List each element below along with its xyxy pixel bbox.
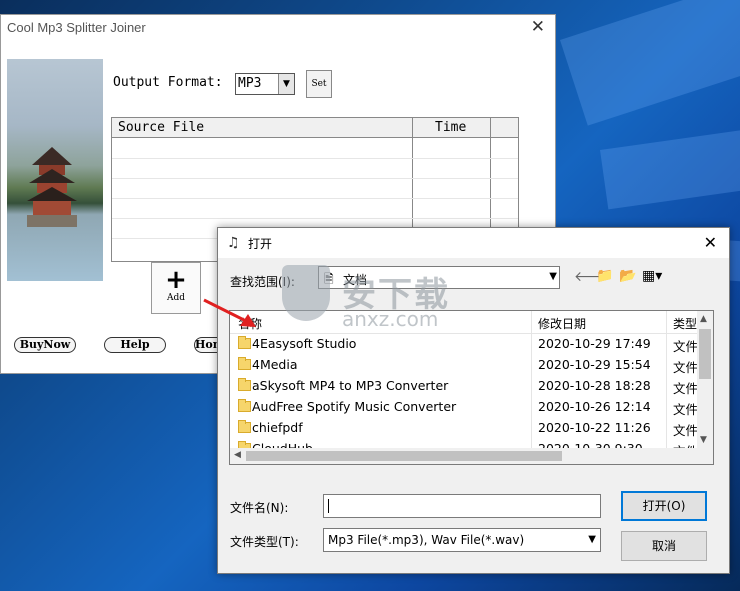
scroll-down-icon[interactable]: ▼: [700, 435, 707, 445]
file-list[interactable]: 名称 修改日期 类型 4Easysoft Studio 2020-10-29 1…: [229, 310, 714, 465]
app-close-icon[interactable]: [531, 17, 545, 37]
filename-label: 文件名(N):: [230, 501, 289, 515]
column-time[interactable]: Time: [435, 120, 466, 135]
file-type: 文件: [673, 381, 699, 396]
dialog-titlebar: ♫ 打开: [218, 228, 729, 258]
chevron-down-icon[interactable]: ▼: [588, 534, 596, 545]
desktop-light-beam: [600, 119, 740, 210]
open-button[interactable]: 打开(O): [621, 491, 707, 521]
column-source-file[interactable]: Source File: [118, 120, 204, 135]
list-item[interactable]: 4Media 2020-10-29 15:54 文件: [230, 354, 700, 375]
output-format-value: MP3: [238, 76, 262, 91]
scroll-left-icon[interactable]: ◀: [234, 450, 241, 460]
filetype-combo[interactable]: Mp3 File(*.mp3), Wav File(*.wav) ▼: [323, 528, 601, 552]
file-date: 2020-10-22 11:26: [538, 420, 651, 435]
text-caret: [328, 499, 329, 513]
file-date: 2020-10-28 18:28: [538, 378, 651, 393]
app-title: Cool Mp3 Splitter Joiner: [7, 20, 146, 35]
pagoda-illustration: [27, 147, 77, 227]
add-label: Add: [166, 293, 186, 303]
output-format-label: Output Format:: [113, 75, 223, 90]
file-name: aSkysoft MP4 to MP3 Converter: [252, 378, 449, 393]
dialog-close-icon[interactable]: [704, 233, 717, 252]
look-in-value: 文档: [343, 273, 368, 287]
table-row-line: [112, 178, 518, 179]
document-icon: 🗎: [324, 272, 334, 286]
view-menu-icon[interactable]: ▦▾: [642, 268, 662, 284]
file-name: chiefpdf: [252, 420, 303, 435]
add-button[interactable]: + Add: [151, 262, 201, 314]
table-row-line: [112, 158, 518, 159]
set-button[interactable]: Set: [306, 70, 332, 98]
folder-icon: [238, 420, 251, 433]
file-date: 2020-10-29 17:49: [538, 336, 651, 351]
filetype-value: Mp3 File(*.mp3), Wav File(*.wav): [328, 533, 525, 547]
list-item[interactable]: AudFree Spotify Music Converter 2020-10-…: [230, 396, 700, 417]
look-in-label: 查找范围(I):: [230, 275, 295, 289]
folder-icon: [238, 357, 251, 370]
cancel-button[interactable]: 取消: [621, 531, 707, 561]
chevron-down-icon[interactable]: ▼: [549, 271, 557, 282]
scroll-thumb[interactable]: [246, 451, 562, 461]
list-item[interactable]: aSkysoft MP4 to MP3 Converter 2020-10-28…: [230, 375, 700, 396]
table-row-line: [112, 218, 518, 219]
table-row-line: [112, 198, 518, 199]
scroll-up-icon[interactable]: ▲: [700, 314, 707, 324]
red-arrow-icon: [203, 298, 256, 327]
list-item[interactable]: 4Easysoft Studio 2020-10-29 17:49 文件: [230, 333, 700, 354]
dropdown-arrow-icon[interactable]: ▼: [278, 74, 294, 94]
plus-icon: +: [165, 265, 187, 295]
file-name: AudFree Spotify Music Converter: [252, 399, 457, 414]
filetype-label: 文件类型(T):: [230, 535, 299, 549]
buynow-button[interactable]: BuyNow: [14, 337, 76, 353]
look-in-combo[interactable]: 🗎 文档 ▼: [318, 266, 560, 289]
folder-icon: [238, 336, 251, 349]
help-button[interactable]: Help: [104, 337, 166, 353]
music-note-icon: ♫: [227, 235, 240, 251]
folder-icon: [238, 378, 251, 391]
file-type: 文件: [673, 423, 699, 438]
horizontal-scrollbar[interactable]: ◀: [230, 448, 713, 464]
scroll-thumb[interactable]: [699, 329, 711, 379]
file-name: 4Easysoft Studio: [252, 336, 357, 351]
new-folder-icon[interactable]: 📂: [619, 268, 636, 284]
open-file-dialog: ♫ 打开 查找范围(I): 🗎 文档 ▼ 🡐 📁 📂 ▦▾ 名称 修改日期 类型…: [217, 227, 730, 574]
dialog-title: 打开: [248, 237, 273, 251]
file-date: 2020-10-26 12:14: [538, 399, 651, 414]
file-type: 文件: [673, 360, 699, 375]
file-name: 4Media: [252, 357, 298, 372]
desktop-light-beam: [560, 0, 740, 126]
output-format-select[interactable]: MP3 ▼: [235, 73, 295, 95]
file-type: 文件: [673, 402, 699, 417]
list-item[interactable]: chiefpdf 2020-10-22 11:26 文件: [230, 417, 700, 438]
file-date: 2020-10-29 15:54: [538, 357, 651, 372]
column-date[interactable]: 修改日期: [538, 315, 586, 332]
file-list-header: 名称 修改日期 类型: [230, 311, 713, 464]
column-type[interactable]: 类型: [673, 315, 697, 332]
file-type: 文件: [673, 339, 699, 354]
landscape-image: [7, 59, 103, 281]
folder-icon: [238, 399, 251, 412]
vertical-scrollbar[interactable]: ▲ ▼: [697, 311, 713, 450]
filename-input[interactable]: [323, 494, 601, 518]
table-header: Source File Time: [112, 118, 518, 138]
up-folder-icon[interactable]: 📁: [596, 268, 613, 284]
